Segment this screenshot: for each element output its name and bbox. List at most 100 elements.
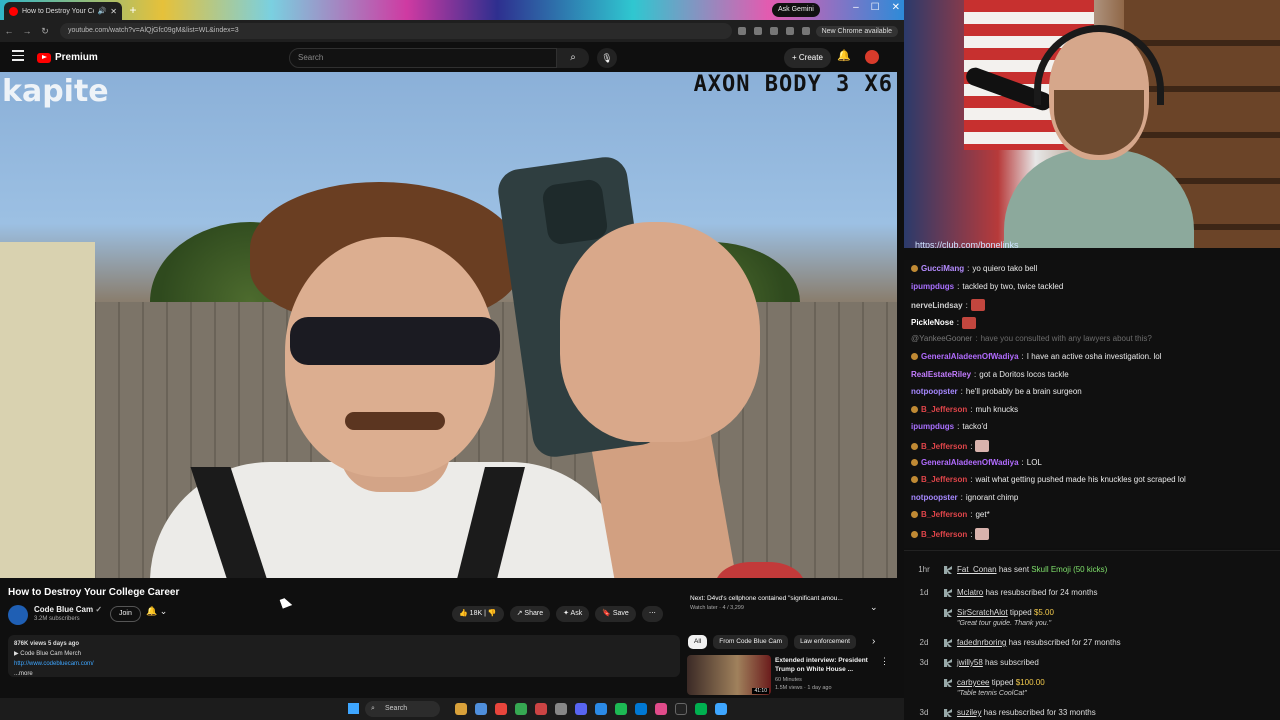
- chat-username[interactable]: ipumpdugs: [911, 422, 954, 431]
- chat-username[interactable]: @YankeeGooner: [911, 334, 972, 343]
- new-chrome-available-button[interactable]: New Chrome available: [815, 25, 898, 37]
- chat-text: ignorant chimp: [965, 492, 1019, 502]
- chat-colon: :: [965, 300, 968, 310]
- chat-username[interactable]: RealEstateRiley: [911, 370, 971, 379]
- chat-username[interactable]: GeneralAladeenOfWadiya: [921, 458, 1019, 467]
- chat-username[interactable]: B_Jefferson: [921, 510, 967, 519]
- event-username[interactable]: carbycee: [957, 678, 989, 687]
- recommended-menu-icon[interactable]: ⋮: [880, 656, 889, 667]
- extension-icon[interactable]: [769, 27, 778, 35]
- maximize-icon[interactable]: ☐: [871, 2, 880, 13]
- create-button[interactable]: + Create: [784, 48, 831, 68]
- minimize-icon[interactable]: –: [853, 2, 859, 13]
- event-username[interactable]: fadednrboring: [957, 638, 1006, 647]
- chat-username[interactable]: PickleNose: [911, 318, 954, 327]
- taskbar-search[interactable]: ⌕ Search: [365, 701, 440, 717]
- app-icon[interactable]: [695, 703, 707, 715]
- notifications-bell-icon[interactable]: 🔔: [837, 49, 851, 62]
- event-text: carbycee tipped $100.00 "Table tennis Coo…: [957, 674, 1045, 699]
- show-more-link[interactable]: ...more: [14, 669, 674, 679]
- more-actions-icon[interactable]: ⋯: [641, 606, 663, 622]
- app-icon[interactable]: [635, 703, 647, 715]
- event-action: has resubscribed for 27 months: [1006, 638, 1121, 647]
- close-window-icon[interactable]: ✕: [892, 2, 900, 13]
- event-username[interactable]: Fat_Conan: [957, 565, 997, 574]
- chat-username[interactable]: B_Jefferson: [921, 442, 967, 451]
- recommended-channel[interactable]: 60 Minutes: [775, 676, 832, 684]
- recommended-title[interactable]: Extended interview: President Trump on W…: [775, 656, 875, 674]
- chip-all[interactable]: All: [688, 635, 708, 649]
- app-icon[interactable]: [555, 703, 567, 715]
- app-icon[interactable]: [475, 703, 487, 715]
- expand-playlist-icon[interactable]: ⌄: [870, 602, 878, 613]
- like-button[interactable]: 👍 18K | 👎: [452, 606, 504, 622]
- youtube-logo[interactable]: Premium: [37, 52, 98, 63]
- extension-icon[interactable]: [753, 27, 762, 35]
- app-icon[interactable]: [535, 703, 547, 715]
- back-icon[interactable]: ←: [0, 26, 18, 36]
- url-field[interactable]: youtube.com/watch?v=AlQjGfc09gM&list=WL&…: [60, 23, 732, 39]
- channel-avatar[interactable]: [8, 605, 28, 625]
- channel-name[interactable]: Code Blue Cam ✓: [34, 605, 102, 614]
- account-avatar[interactable]: [865, 50, 879, 64]
- description-box[interactable]: 876K views 5 days ago ▶ Code Blue Cam Me…: [8, 635, 680, 677]
- chat-header-link[interactable]: https://club.com/bonelinks: [915, 240, 1019, 248]
- video-player[interactable]: kapite AXON BODY 3 X6: [0, 72, 897, 578]
- windows-start-icon[interactable]: [348, 703, 359, 714]
- search-icon[interactable]: ⌕: [557, 48, 589, 68]
- reload-icon[interactable]: ↻: [36, 26, 54, 37]
- forward-icon[interactable]: →: [18, 26, 36, 36]
- save-button[interactable]: 🔖 Save: [595, 606, 636, 622]
- app-icon[interactable]: [715, 703, 727, 715]
- chat-message: GeneralAladeenOfWadiya: LOL: [911, 458, 1042, 467]
- chat-text: get*: [975, 510, 990, 520]
- chips-next-icon[interactable]: ›: [872, 636, 875, 647]
- new-tab-button[interactable]: +: [126, 3, 140, 17]
- microphone-icon[interactable]: 🎙: [597, 48, 617, 68]
- browser-tab[interactable]: How to Destroy Your Colle 🔊 ✕: [4, 2, 122, 20]
- event-username[interactable]: SirScratchAlot: [957, 608, 1008, 617]
- share-button[interactable]: ↗ Share: [509, 606, 551, 622]
- discord-icon[interactable]: [575, 703, 587, 715]
- obs-icon[interactable]: [675, 703, 687, 715]
- chip-law-enforcement[interactable]: Law enforcement: [794, 635, 856, 649]
- join-button[interactable]: Join: [110, 606, 141, 622]
- ask-gemini-button[interactable]: Ask Gemini: [772, 3, 820, 17]
- extension-icon[interactable]: [785, 27, 794, 35]
- audio-icon[interactable]: 🔊: [98, 7, 107, 15]
- event-time: [904, 604, 944, 608]
- chat-username[interactable]: ipumpdugs: [911, 282, 954, 291]
- extension-icon[interactable]: [801, 27, 810, 35]
- event-username[interactable]: suziley: [957, 708, 981, 717]
- file-explorer-icon[interactable]: [455, 703, 467, 715]
- app-icon[interactable]: [495, 703, 507, 715]
- event-username[interactable]: jwilly58: [957, 658, 983, 667]
- subscription-bell-icon[interactable]: 🔔 ⌄: [146, 606, 167, 617]
- thumbs-down-icon[interactable]: 👎: [488, 610, 497, 617]
- chat-username[interactable]: GucciMang: [921, 264, 964, 273]
- chat-username[interactable]: GeneralAladeenOfWadiya: [921, 352, 1019, 361]
- up-next-banner[interactable]: Next: D4vd's cellphone contained "signif…: [690, 595, 886, 621]
- chat-username[interactable]: B_Jefferson: [921, 405, 967, 414]
- event-text: suziley has resubscribed for 33 months: [957, 704, 1096, 718]
- search-input[interactable]: Search: [289, 48, 557, 68]
- spotify-icon[interactable]: [615, 703, 627, 715]
- description-link[interactable]: http://www.codebluecam.com/: [14, 659, 674, 669]
- chat-username[interactable]: B_Jefferson: [921, 475, 967, 484]
- extension-icon[interactable]: [737, 27, 746, 35]
- chat-username[interactable]: B_Jefferson: [921, 530, 967, 539]
- tab-close-icon[interactable]: ✕: [110, 7, 117, 16]
- app-icon[interactable]: [655, 703, 667, 715]
- chat-username[interactable]: notpoopster: [911, 387, 958, 396]
- chat-username[interactable]: nerveLindsay: [911, 301, 963, 310]
- chat-username[interactable]: notpoopster: [911, 493, 958, 502]
- recommended-thumbnail[interactable]: 41:10: [687, 655, 771, 695]
- chat-colon: :: [967, 264, 970, 273]
- event-feed: 1hr Fat_Conan has sent Skull Emoji (50 ki…: [904, 550, 1280, 720]
- ask-button[interactable]: ✦ Ask: [556, 606, 590, 622]
- app-icon[interactable]: [595, 703, 607, 715]
- chrome-icon[interactable]: [515, 703, 527, 715]
- event-username[interactable]: Mclatro: [957, 588, 983, 597]
- menu-icon[interactable]: [12, 50, 24, 62]
- chip-from-channel[interactable]: From Code Blue Cam: [713, 635, 789, 649]
